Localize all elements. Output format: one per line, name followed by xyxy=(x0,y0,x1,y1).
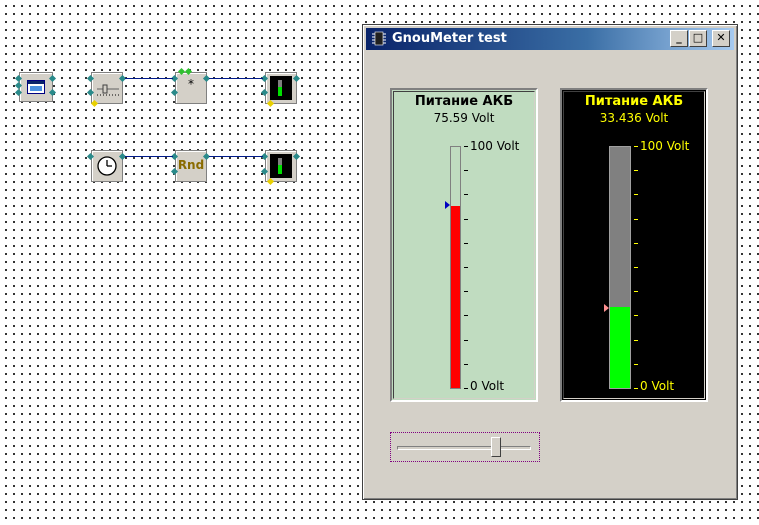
gauge-tick xyxy=(634,339,638,341)
close-button[interactable]: ✕ xyxy=(712,30,730,47)
gauge-tick xyxy=(464,146,468,147)
chip-icon xyxy=(372,31,386,46)
form-block[interactable] xyxy=(19,72,53,102)
gauge-tick xyxy=(634,194,638,196)
gauge-tick xyxy=(634,170,638,172)
gauge-tick xyxy=(464,194,468,196)
minimize-button[interactable]: _ xyxy=(670,30,688,47)
gauge-tick xyxy=(634,218,638,220)
wire[interactable] xyxy=(125,78,173,79)
gauge-tick xyxy=(464,267,468,268)
voltage-gauge-left: Питание АКБ 75.59 Volt 100 Volt 0 Volt xyxy=(390,88,538,402)
voltage-gauge-right: Питание АКБ 33.436 Volt 100 Volt 0 Volt xyxy=(560,88,708,402)
multiply-block[interactable]: * xyxy=(175,72,207,104)
gauge-tick xyxy=(634,242,638,244)
gauge-min-label: 0 Volt xyxy=(640,379,675,393)
gauge-title: Питание АКБ xyxy=(584,94,684,109)
gauge-tick xyxy=(464,339,468,341)
trackbar-icon xyxy=(97,84,119,96)
gauge-tick xyxy=(464,388,468,389)
title-bar[interactable]: GnouMeter test _ □ ✕ xyxy=(366,28,734,50)
gauge-fill xyxy=(451,205,460,388)
gauge-tube xyxy=(609,146,631,389)
gauge-max-label: 100 Volt xyxy=(640,139,690,153)
gauge-tick xyxy=(464,170,468,172)
window-icon xyxy=(27,80,45,94)
slider-track[interactable] xyxy=(397,446,531,450)
gauge-max-label: 100 Volt xyxy=(470,139,520,153)
gauge-tick xyxy=(634,388,638,389)
gauge-tick xyxy=(634,291,638,293)
gnoumeter-window: GnouMeter test _ □ ✕ Питание АКБ 75.59 V… xyxy=(362,24,738,500)
gauge-value: 75.59 Volt xyxy=(433,111,495,125)
gauge-tick xyxy=(634,146,638,147)
random-label: Rnd xyxy=(177,158,205,172)
gauge-tick xyxy=(634,267,638,268)
level-pointer-icon xyxy=(445,201,450,210)
maximize-button[interactable]: □ xyxy=(689,30,707,47)
wire[interactable] xyxy=(209,156,263,157)
gauge-tick xyxy=(464,363,468,365)
gauge-min-label: 0 Volt xyxy=(470,379,505,393)
clock-icon xyxy=(97,156,117,176)
trackbar-block[interactable] xyxy=(91,72,123,104)
wire[interactable] xyxy=(125,156,173,157)
gauge-tick xyxy=(634,315,638,317)
gauge-tick xyxy=(464,242,468,244)
gauge-frame xyxy=(393,91,535,399)
slider-thumb[interactable] xyxy=(491,437,502,457)
level-pointer-icon xyxy=(604,303,609,312)
wire[interactable] xyxy=(209,78,263,79)
gauge-fill xyxy=(610,307,630,388)
gauge-tick xyxy=(464,218,468,220)
timer-block[interactable] xyxy=(91,150,123,182)
gauge-value: 33.436 Volt xyxy=(599,111,669,125)
gauge-title: Питание АКБ xyxy=(414,94,514,109)
voltage-slider[interactable] xyxy=(390,432,540,462)
gauge-frame xyxy=(563,91,705,399)
gauge-tube xyxy=(450,146,461,389)
gauge-tick xyxy=(464,315,468,317)
multiply-label: * xyxy=(188,77,194,91)
meter-icon xyxy=(270,76,292,100)
meter-icon xyxy=(270,154,292,178)
gauge-tick xyxy=(464,291,468,293)
random-block[interactable]: Rnd xyxy=(175,150,207,182)
gauge-tick xyxy=(634,363,638,365)
window-title: GnouMeter test xyxy=(392,31,507,46)
